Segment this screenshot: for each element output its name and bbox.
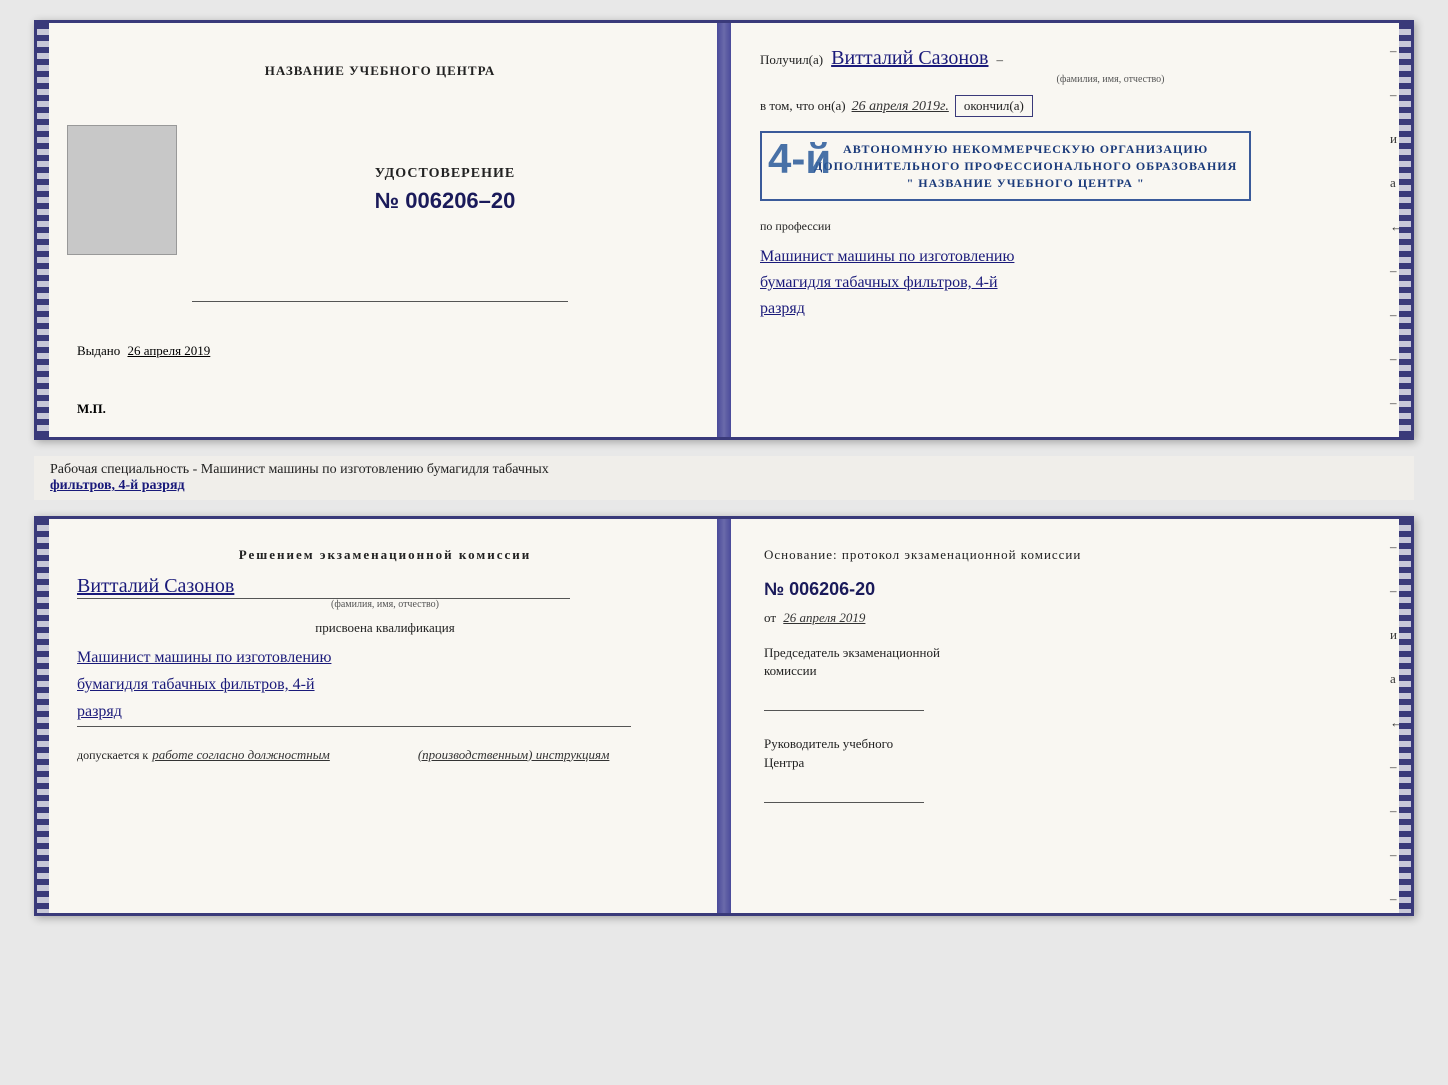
qual-line1: Машинист машины по изготовлению — [77, 644, 693, 671]
page-left-bottom: Решением экзаменационной комиссии Виттал… — [37, 519, 724, 913]
document-top: НАЗВАНИЕ УЧЕБНОГО ЦЕНТРА УДОСТОВЕРЕНИЕ №… — [34, 20, 1414, 440]
name-block-bottom: Витталий Сазонов (фамилия, имя, отчество… — [77, 571, 693, 610]
udostoverenie-number: № 006206–20 — [375, 188, 516, 214]
udostoverenie-title: УДОСТОВЕРЕНИЕ — [375, 166, 515, 182]
mp-label: М.П. — [67, 401, 106, 417]
page-left-top: НАЗВАНИЕ УЧЕБНОГО ЦЕНТРА УДОСТОВЕРЕНИЕ №… — [37, 23, 724, 437]
chairman-signature-line — [764, 710, 924, 711]
rukovoditel-label: Руководитель учебного Центра — [764, 735, 1381, 771]
okonchil-label: окончил(а) — [955, 95, 1033, 117]
recipient-name: Витталий Сазонов — [831, 47, 988, 70]
poluchil-line: Получил(а) Витталий Сазонов – (фамилия, … — [760, 47, 1381, 85]
border-strip-right — [1399, 23, 1411, 437]
left-middle-section: УДОСТОВЕРЕНИЕ № 006206–20 — [67, 115, 693, 265]
vtom-line: в том, что он(а) 26 апреля 2019г. окончи… — [760, 95, 1381, 117]
work-type2: (производственным) инструкциям — [418, 747, 610, 763]
ot-date-line: от 26 апреля 2019 — [764, 610, 1381, 626]
middle-line2: фильтров, 4-й разряд — [50, 478, 1398, 494]
prisvoena-label: присвоена квалификация — [77, 620, 693, 636]
ot-label: от — [764, 610, 776, 625]
document-date: 26 апреля 2019г. — [852, 99, 949, 115]
protocol-date: 26 апреля 2019 — [783, 610, 865, 625]
stamp-line2: ДОПОЛНИТЕЛЬНОГО ПРОФЕССИОНАЛЬНОГО ОБРАЗО… — [814, 158, 1237, 175]
fio-label: (фамилия, имя, отчество) — [760, 74, 1381, 85]
osnovanie-title: Основание: протокол экзаменационной коми… — [764, 547, 1381, 563]
rukovoditel-line2: Центра — [764, 755, 804, 770]
border-strip-left — [37, 23, 49, 437]
vydano-date: 26 апреля 2019 — [128, 343, 211, 358]
page-right-top: Получил(а) Витталий Сазонов – (фамилия, … — [724, 23, 1411, 437]
dopuskaetsya-block: допускается к работе согласно должностны… — [77, 747, 693, 763]
stamp-line3: " НАЗВАНИЕ УЧЕБНОГО ЦЕНТРА " — [814, 175, 1237, 192]
protocol-number: № 006206-20 — [764, 579, 1381, 600]
profession-text: Машинист машины по изготовлению бумагидл… — [760, 244, 1381, 321]
stamp-line1: АВТОНОМНУЮ НЕКОММЕРЧЕСКУЮ ОРГАНИЗАЦИЮ — [814, 141, 1237, 158]
stamp-block: 4-й АВТОНОМНУЮ НЕКОММЕРЧЕСКУЮ ОРГАНИЗАЦИ… — [760, 131, 1381, 201]
separator-line — [192, 301, 568, 302]
bottom-border-left — [37, 519, 49, 913]
work-type: работе согласно должностным — [152, 747, 330, 763]
middle-line1: Рабочая специальность - Машинист машины … — [50, 462, 1398, 478]
stamp-text: АВТОНОМНУЮ НЕКОММЕРЧЕСКУЮ ОРГАНИЗАЦИЮ ДО… — [774, 141, 1237, 191]
rukovoditel-signature-line — [764, 802, 924, 803]
page-right-bottom: Основание: протокол экзаменационной коми… — [724, 519, 1411, 913]
training-center-title: НАЗВАНИЕ УЧЕБНОГО ЦЕНТРА — [265, 63, 496, 79]
rukovoditel-line1: Руководитель учебного — [764, 736, 893, 751]
document-bottom: Решением экзаменационной комиссии Виттал… — [34, 516, 1414, 916]
profession-line2: бумагидля табачных фильтров, 4-й — [760, 270, 1381, 296]
fio-label-bottom: (фамилия, имя, отчество) — [77, 599, 693, 610]
bottom-border-right — [1399, 519, 1411, 913]
middle-text-strip: Рабочая специальность - Машинист машины … — [34, 456, 1414, 500]
chairman-line1: Председатель экзаменационной — [764, 645, 940, 660]
profession-line3: разряд — [760, 296, 1381, 322]
vtom-label: в том, что он(а) — [760, 98, 846, 114]
chairman-label: Председатель экзаменационной комиссии — [764, 644, 1381, 680]
resheniem-title: Решением экзаменационной комиссии — [77, 547, 693, 563]
qualification-block: Машинист машины по изготовлению бумагидл… — [77, 644, 693, 727]
profession-label: по профессии — [760, 219, 1381, 234]
qual-line2: бумагидля табачных фильтров, 4-й — [77, 671, 693, 698]
stamp-rect: 4-й АВТОНОМНУЮ НЕКОММЕРЧЕСКУЮ ОРГАНИЗАЦИ… — [760, 131, 1251, 201]
dash-label: – — [996, 52, 1003, 68]
recipient-name-bottom: Витталий Сазонов — [77, 575, 693, 598]
chairman-line2: комиссии — [764, 663, 817, 678]
vydano-label: Выдано — [77, 343, 120, 358]
qual-line3: разряд — [77, 698, 693, 725]
dopuskaetsya-label: допускается к — [77, 748, 148, 763]
profession-line1: Машинист машины по изготовлению — [760, 244, 1381, 270]
vydano-line: Выдано 26 апреля 2019 — [67, 343, 210, 359]
stamp-number: 4-й — [768, 135, 831, 183]
udostoverenie-block: УДОСТОВЕРЕНИЕ № 006206–20 — [197, 166, 693, 214]
photo-placeholder — [67, 125, 177, 255]
poluchil-label: Получил(а) — [760, 52, 823, 68]
